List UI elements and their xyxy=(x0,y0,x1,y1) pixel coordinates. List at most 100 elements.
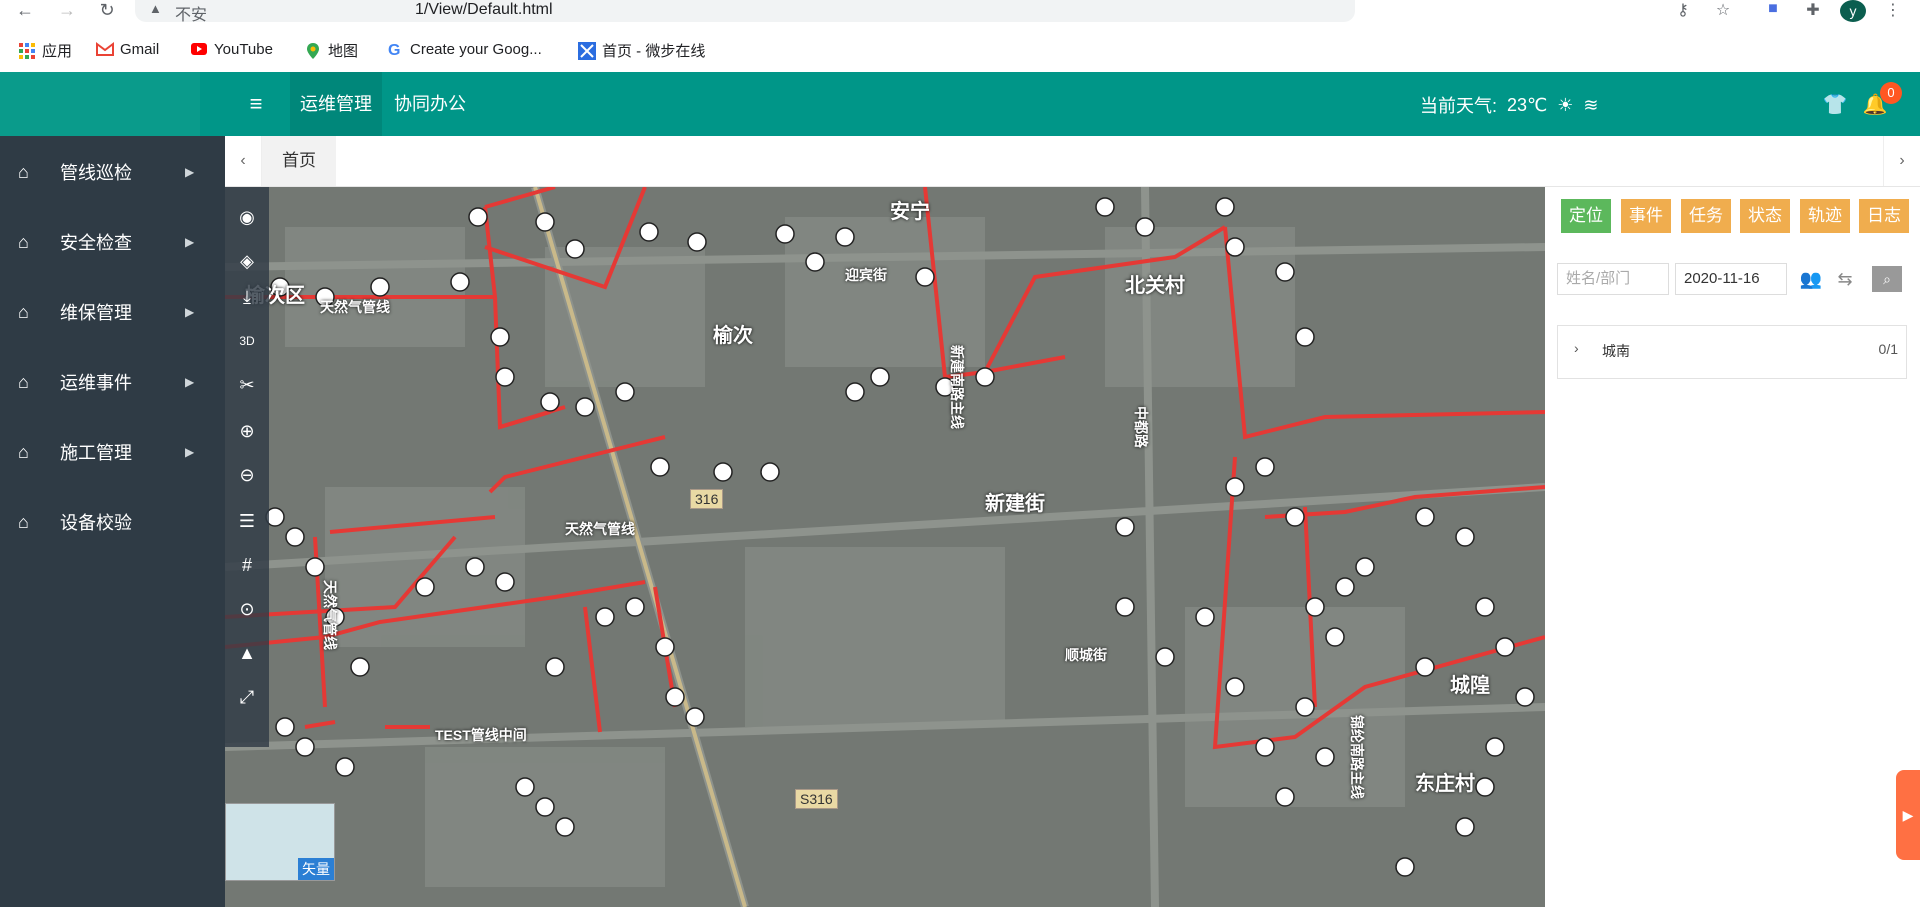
skin-shirt-icon[interactable]: 👕 xyxy=(1822,92,1848,117)
users-icon[interactable]: 👥 xyxy=(1795,265,1827,293)
minimap[interactable]: 矢量 xyxy=(225,803,335,881)
tree-node-count: 0/1 xyxy=(1878,341,1898,357)
kebab-menu-icon[interactable]: ⋮ xyxy=(1880,0,1906,22)
zoom-out-icon[interactable]: ⊖ xyxy=(235,463,259,487)
weather-label: 当前天气: xyxy=(1420,96,1498,116)
home-icon: ⌂ xyxy=(18,232,29,252)
map-label-yuci-station: 榆次 xyxy=(713,325,753,347)
sidebar-item-label: 维保管理 xyxy=(60,303,132,323)
tab-scroll-right-icon[interactable]: › xyxy=(1883,136,1920,186)
sidebar-item-pipeline-inspection[interactable]: ⌂ 管线巡检 ▶ xyxy=(0,142,225,202)
sidebar-item-maintenance[interactable]: ⌂ 维保管理 ▶ xyxy=(0,282,225,342)
temperature: 23℃ xyxy=(1507,94,1548,115)
road-badge-316: 316 xyxy=(690,489,724,509)
sidebar-item-construction[interactable]: ⌂ 施工管理 ▶ xyxy=(0,422,225,482)
logo xyxy=(0,72,200,136)
zoom-in-icon[interactable]: ⊕ xyxy=(235,419,259,443)
bookmarks-bar: 应用 Gmail YouTube 地图 G Create your Goog..… xyxy=(0,28,1920,72)
map-canvas[interactable] xyxy=(225,187,1545,907)
app-header: ≡ 运维管理 协同办公 当前天气: 23℃ ☀ ≋ 👕 🔔 0 xyxy=(0,72,1920,136)
sidebar-item-label: 设备校验 xyxy=(60,513,132,533)
map-label-test-pipeline: TEST管线中间 xyxy=(435,727,527,743)
bookmark-label: Gmail xyxy=(120,40,160,58)
bookmark-label: Create your Goog... xyxy=(410,40,542,58)
key-icon[interactable]: ⚷ xyxy=(1670,0,1696,22)
sun-icon: ☀ xyxy=(1557,94,1574,115)
sidebar: ⌂ 管线巡检 ▶ ⌂ 安全检查 ▶ ⌂ 维保管理 ▶ ⌂ 运维事件 ▶ ⌂ 施工… xyxy=(0,136,225,907)
profile-avatar[interactable]: y xyxy=(1840,0,1866,22)
map-label-anning: 安宁 xyxy=(890,201,930,223)
puzzle-icon[interactable]: ✚ xyxy=(1800,0,1826,22)
locate-pin-icon[interactable]: ◉ xyxy=(235,205,259,229)
name-dept-input[interactable]: 姓名/部门 xyxy=(1557,263,1669,295)
tab-scroll-left-icon[interactable]: ‹ xyxy=(225,136,262,186)
bookmark-label: 地图 xyxy=(328,43,359,60)
bookmark-label: 首页 - 微步在线 xyxy=(602,43,706,60)
back-icon[interactable]: ← xyxy=(12,0,38,20)
map-label-gas-pipeline-2: 天然气管线 xyxy=(565,521,635,537)
extension-icon[interactable]: ■ xyxy=(1760,0,1786,22)
bookmark-google[interactable]: G Create your Goog... xyxy=(386,40,542,60)
forward-icon[interactable]: → xyxy=(54,0,80,20)
locate-button[interactable]: 定位 xyxy=(1561,199,1611,233)
hamburger-menu-icon[interactable]: ≡ xyxy=(244,92,268,116)
bookmark-maps[interactable]: 地图 xyxy=(304,40,358,61)
map-label-gas-pipeline-1: 天然气管线 xyxy=(320,299,390,315)
log-button[interactable]: 日志 xyxy=(1859,199,1909,233)
chevron-right-icon[interactable]: › xyxy=(1574,340,1579,356)
bookmark-gmail[interactable]: Gmail xyxy=(96,40,159,58)
expand-panel-tab[interactable]: ▶ xyxy=(1896,770,1920,860)
search-icon[interactable]: ⌕ xyxy=(1872,266,1902,292)
fullscreen-icon[interactable]: ⤢ xyxy=(235,685,259,709)
paint-bucket-icon[interactable]: ▲ xyxy=(235,641,259,665)
security-text: 不安 xyxy=(175,7,208,24)
date-input[interactable]: 2020-11-16 xyxy=(1675,263,1787,295)
minimap-vector-label[interactable]: 矢量 xyxy=(298,858,334,880)
gmail-icon xyxy=(96,40,114,58)
home-icon: ⌂ xyxy=(18,302,29,322)
map-label-beiguan-village: 北关村 xyxy=(1125,275,1185,297)
caret-right-icon: ▶ xyxy=(185,445,195,459)
address-bar[interactable]: ▲ 不安 1/View/Default.html xyxy=(135,0,1355,24)
svg-text:G: G xyxy=(388,42,400,58)
reload-icon[interactable]: ↻ xyxy=(94,0,120,20)
caret-right-icon: ▶ xyxy=(185,305,195,319)
route-icon[interactable]: ⇆ xyxy=(1829,265,1861,293)
bookmark-apps[interactable]: 应用 xyxy=(18,40,72,61)
tasks-button[interactable]: 任务 xyxy=(1681,199,1731,233)
layers-icon[interactable]: ◈ xyxy=(235,249,259,273)
map-label-chenghuang: 城隍 xyxy=(1450,675,1490,697)
nav-ops-management[interactable]: 运维管理 xyxy=(290,72,382,136)
tree-row-chengnan[interactable]: › 城南 0/1 xyxy=(1557,325,1907,379)
map-view[interactable]: 榆次区 天然气管线 榆次 迎宾街 安宁 北关村 新建街 天然气管线 S316 3… xyxy=(225,187,1545,907)
warning-icon: ▲ xyxy=(149,1,162,16)
caret-right-icon: ▶ xyxy=(185,235,195,249)
bookmark-youtube[interactable]: YouTube xyxy=(190,40,273,58)
google-g-icon: G xyxy=(386,40,404,59)
maps-pin-icon xyxy=(304,42,322,60)
scissors-icon[interactable]: ✂ xyxy=(235,373,259,397)
sidebar-item-device-calibration[interactable]: ⌂ 设备校验 xyxy=(0,492,225,552)
weather-widget: 当前天气: 23℃ ☀ ≋ xyxy=(1420,92,1599,118)
events-button[interactable]: 事件 xyxy=(1621,199,1671,233)
sidebar-item-safety-check[interactable]: ⌂ 安全检查 ▶ xyxy=(0,212,225,272)
wind-icon: ≋ xyxy=(1583,94,1599,115)
map-label-dongzhuang-village: 东庄村 xyxy=(1415,773,1475,795)
status-button[interactable]: 状态 xyxy=(1740,199,1790,233)
tab-home[interactable]: 首页 xyxy=(262,136,336,186)
3d-view-icon[interactable]: 3D xyxy=(235,329,259,353)
bookmark-threatbook[interactable]: 首页 - 微步在线 xyxy=(578,40,705,61)
star-icon[interactable]: ☆ xyxy=(1710,0,1736,22)
sliders-icon[interactable]: ☰ xyxy=(235,509,259,533)
sidebar-item-ops-events[interactable]: ⌂ 运维事件 ▶ xyxy=(0,352,225,412)
toggle-icon[interactable]: ⊙ xyxy=(235,597,259,621)
url-text[interactable]: 1/View/Default.html xyxy=(415,1,553,19)
browser-toolbar: ← → ↻ ▲ 不安 1/View/Default.html ⚷ ☆ ■ ✚ y… xyxy=(0,0,1920,28)
sidebar-item-label: 运维事件 xyxy=(60,373,132,393)
home-icon: ⌂ xyxy=(18,442,29,462)
sidebar-item-label: 施工管理 xyxy=(60,443,132,463)
grid-icon[interactable]: # xyxy=(235,553,259,577)
nav-collaboration[interactable]: 协同办公 xyxy=(384,72,476,136)
download-icon[interactable]: ⤓ xyxy=(235,285,259,309)
track-button[interactable]: 轨迹 xyxy=(1800,199,1850,233)
